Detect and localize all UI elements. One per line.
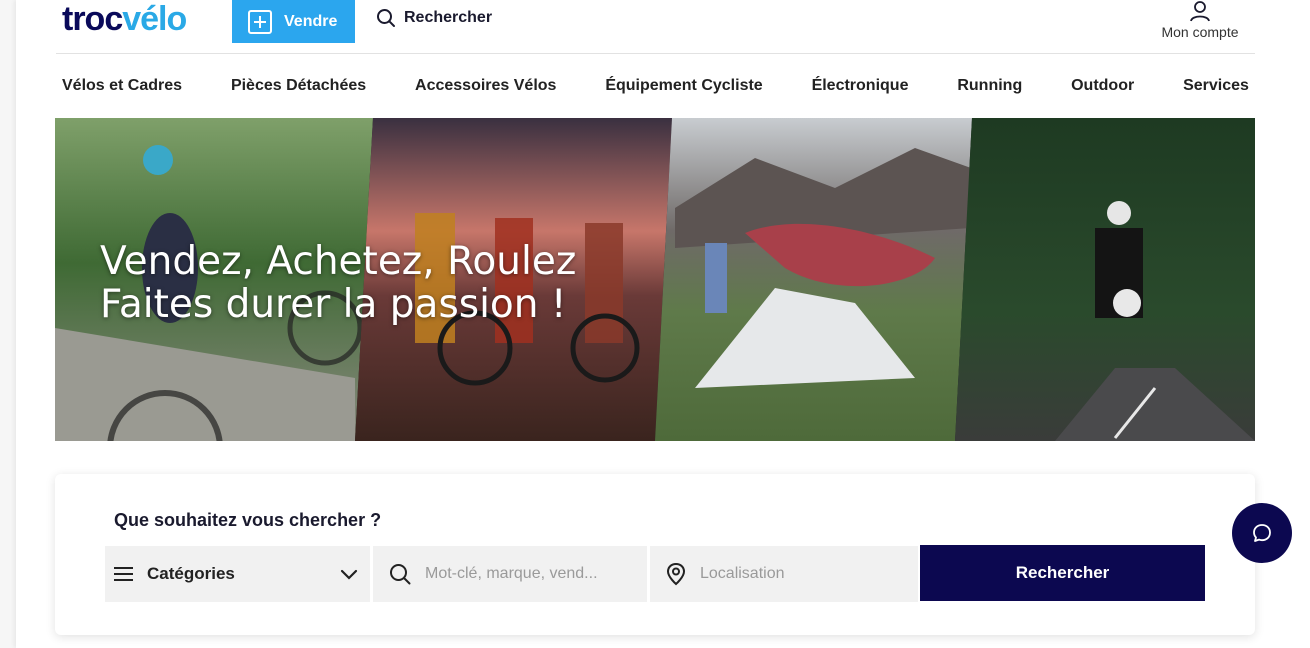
location-pin-icon bbox=[666, 562, 686, 586]
hero-tagline: Vendez, Achetez, Roulez Faites durer la … bbox=[100, 240, 576, 326]
site-logo[interactable]: trocvélo bbox=[62, 0, 187, 40]
chat-button[interactable] bbox=[1232, 503, 1292, 563]
keyword-field bbox=[373, 546, 647, 602]
nav-item-velos-cadres[interactable]: Vélos et Cadres bbox=[62, 77, 182, 95]
plus-square-icon bbox=[248, 9, 272, 34]
location-input[interactable] bbox=[700, 565, 900, 583]
page: trocvélo Vendre Rechercher Mon compte Vé… bbox=[16, 0, 1310, 648]
hero-banner: Vendez, Achetez, Roulez Faites durer la … bbox=[55, 118, 1255, 441]
site-header: trocvélo Vendre Rechercher Mon compte bbox=[16, 0, 1310, 54]
logo-part-2: vélo bbox=[122, 0, 187, 38]
header-search-label: Rechercher bbox=[404, 9, 493, 26]
account-link[interactable]: Mon compte bbox=[1150, 0, 1250, 44]
nav-item-accessoires-velos[interactable]: Accessoires Vélos bbox=[415, 77, 556, 95]
nav-item-electronique[interactable]: Électronique bbox=[812, 77, 909, 95]
search-card: Que souhaitez vous chercher ? Catégories bbox=[55, 474, 1255, 635]
hero-line-2: Faites durer la passion ! bbox=[100, 282, 567, 327]
location-field bbox=[650, 546, 918, 602]
search-icon bbox=[377, 9, 395, 27]
menu-icon bbox=[114, 567, 133, 581]
nav-item-equipement-cycliste[interactable]: Équipement Cycliste bbox=[605, 77, 762, 95]
nav-item-pieces-detachees[interactable]: Pièces Détachées bbox=[231, 77, 366, 95]
category-select[interactable]: Catégories bbox=[105, 546, 370, 602]
header-search-link[interactable]: Rechercher bbox=[376, 6, 492, 30]
account-label: Mon compte bbox=[1161, 24, 1239, 40]
logo-part-1: troc bbox=[62, 0, 123, 38]
main-nav: Vélos et Cadres Pièces Détachées Accesso… bbox=[56, 54, 1255, 118]
search-card-title: Que souhaitez vous chercher ? bbox=[114, 510, 382, 530]
nav-item-running[interactable]: Running bbox=[957, 77, 1022, 95]
sell-button[interactable]: Vendre bbox=[232, 0, 355, 43]
search-submit-button[interactable]: Rechercher bbox=[920, 545, 1205, 601]
sell-button-label: Vendre bbox=[284, 12, 338, 30]
chevron-down-icon bbox=[340, 569, 358, 580]
nav-item-services[interactable]: Services bbox=[1183, 77, 1249, 95]
nav-item-outdoor[interactable]: Outdoor bbox=[1071, 77, 1134, 95]
chat-icon bbox=[1253, 524, 1271, 542]
category-select-label: Catégories bbox=[147, 564, 235, 583]
user-icon bbox=[1190, 1, 1210, 22]
keyword-input[interactable] bbox=[425, 565, 625, 583]
search-icon bbox=[390, 564, 411, 585]
hero-line-1: Vendez, Achetez, Roulez bbox=[100, 239, 577, 284]
